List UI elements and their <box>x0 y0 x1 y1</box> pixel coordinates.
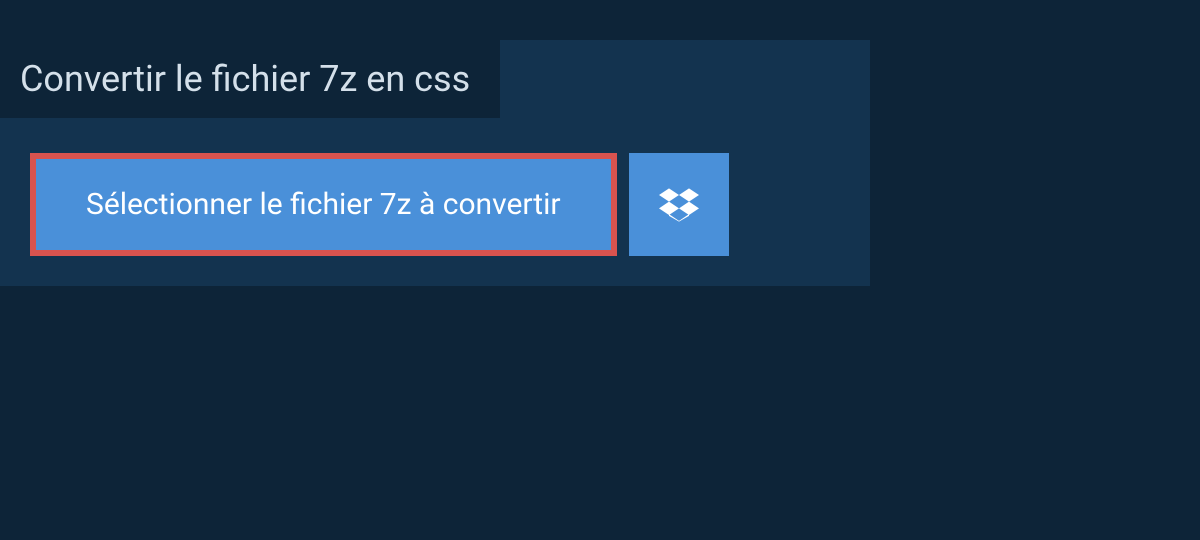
dropbox-icon <box>659 185 699 225</box>
select-file-label: Sélectionner le fichier 7z à convertir <box>86 187 561 222</box>
select-file-button[interactable]: Sélectionner le fichier 7z à convertir <box>30 153 617 256</box>
page-title: Convertir le fichier 7z en css <box>20 58 470 100</box>
converter-panel: Convertir le fichier 7z en css Sélection… <box>0 40 870 286</box>
dropbox-button[interactable] <box>629 153 729 256</box>
file-selection-row: Sélectionner le fichier 7z à convertir <box>30 153 870 256</box>
title-tab: Convertir le fichier 7z en css <box>0 40 500 118</box>
